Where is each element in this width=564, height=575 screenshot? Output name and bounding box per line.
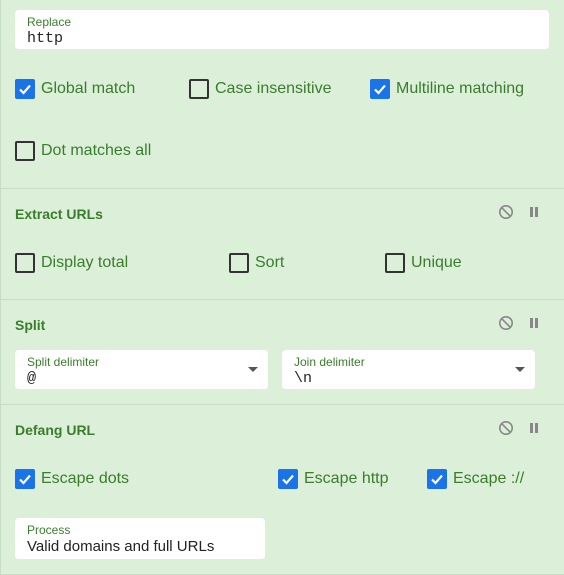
join-delimiter-label: Join delimiter <box>294 355 365 369</box>
checkbox-box[interactable] <box>15 79 35 99</box>
operation-title: Defang URL <box>15 422 96 438</box>
split-operation-panel: Split Split delimiter @ Join delimiter \… <box>0 299 564 404</box>
disable-icon[interactable] <box>498 315 514 331</box>
display-total-label: Display total <box>41 254 129 271</box>
escape-scheme-separator-checkbox[interactable]: Escape :// <box>427 469 524 489</box>
operation-title: Split <box>15 317 46 333</box>
disable-icon[interactable] <box>498 420 514 436</box>
process-select[interactable]: Process Valid domains and full URLs <box>15 518 265 560</box>
join-delimiter-select[interactable]: Join delimiter \n <box>282 350 535 390</box>
checkbox-box[interactable] <box>370 79 390 99</box>
global-match-label: Global match <box>41 80 136 97</box>
sort-label: Sort <box>255 254 285 271</box>
multiline-matching-checkbox[interactable]: Multiline matching <box>370 79 524 99</box>
display-total-checkbox[interactable]: Display total <box>15 253 128 273</box>
sort-checkbox[interactable]: Sort <box>229 253 284 273</box>
checkbox-box[interactable] <box>229 253 249 273</box>
escape-scheme-separator-label: Escape :// <box>453 470 525 487</box>
checkbox-box[interactable] <box>278 469 298 489</box>
replace-field[interactable]: Replace http <box>15 10 549 50</box>
pause-icon[interactable] <box>526 420 542 436</box>
escape-dots-checkbox[interactable]: Escape dots <box>15 469 129 489</box>
checkbox-box[interactable] <box>15 141 35 161</box>
defang-url-operation-panel: Defang URL Escape dots Escape http Escap… <box>0 404 564 575</box>
replace-value[interactable]: http <box>27 30 63 47</box>
escape-dots-label: Escape dots <box>41 470 130 487</box>
replace-label: Replace <box>27 15 72 29</box>
chevron-down-icon[interactable] <box>515 367 525 372</box>
global-match-checkbox[interactable]: Global match <box>15 79 135 99</box>
regex-operation-panel: Replace http Global match Case insensiti… <box>0 0 564 188</box>
operation-title: Extract URLs <box>15 206 103 222</box>
process-value[interactable]: Valid domains and full URLs <box>27 538 214 555</box>
pause-icon[interactable] <box>526 315 542 331</box>
join-delimiter-value[interactable]: \n <box>294 370 312 387</box>
split-delimiter-value[interactable]: @ <box>27 370 36 387</box>
checkbox-box[interactable] <box>15 469 35 489</box>
escape-http-checkbox[interactable]: Escape http <box>278 469 389 489</box>
case-insensitive-checkbox[interactable]: Case insensitive <box>189 79 332 99</box>
extract-urls-operation-panel: Extract URLs Display total Sort Unique <box>0 188 564 299</box>
case-insensitive-label: Case insensitive <box>215 80 332 97</box>
checkbox-box[interactable] <box>427 469 447 489</box>
unique-label: Unique <box>411 254 462 271</box>
pause-icon[interactable] <box>526 204 542 220</box>
multiline-matching-label: Multiline matching <box>396 80 525 97</box>
process-label: Process <box>27 523 71 537</box>
split-delimiter-select[interactable]: Split delimiter @ <box>15 350 268 390</box>
disable-icon[interactable] <box>498 204 514 220</box>
split-delimiter-label: Split delimiter <box>27 355 100 369</box>
checkbox-box[interactable] <box>189 79 209 99</box>
unique-checkbox[interactable]: Unique <box>385 253 462 273</box>
escape-http-label: Escape http <box>304 470 389 487</box>
chevron-down-icon[interactable] <box>248 367 258 372</box>
checkbox-box[interactable] <box>385 253 405 273</box>
dot-matches-all-label: Dot matches all <box>41 142 152 159</box>
dot-matches-all-checkbox[interactable]: Dot matches all <box>15 141 151 161</box>
checkbox-box[interactable] <box>15 253 35 273</box>
